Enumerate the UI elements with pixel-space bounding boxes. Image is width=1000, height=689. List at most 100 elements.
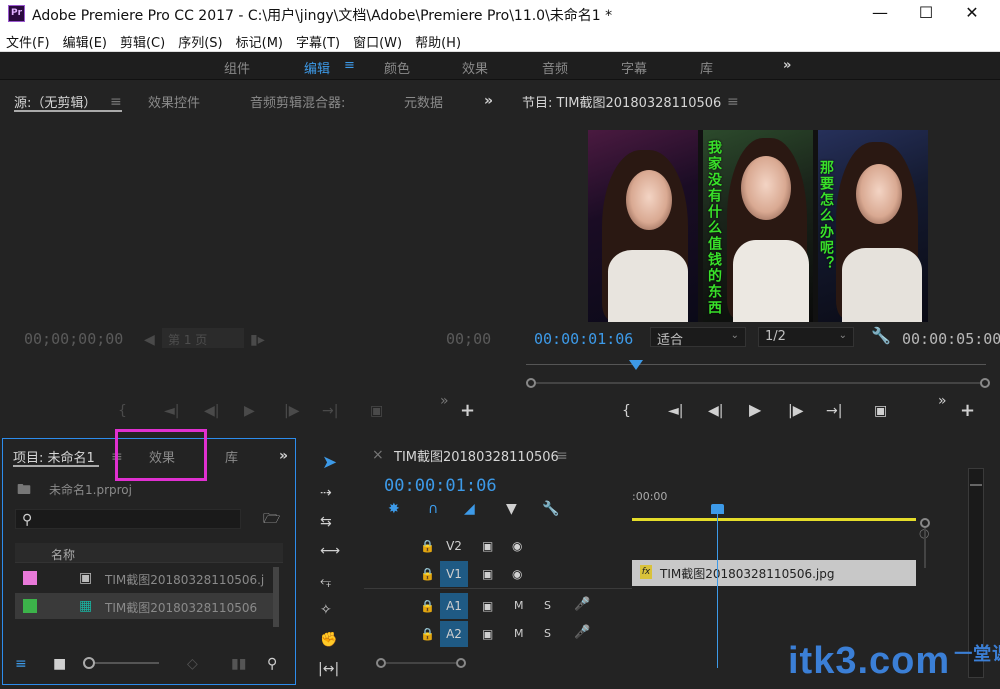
hand-tool-icon[interactable]: |↔|	[318, 662, 339, 676]
project-item-row[interactable]: ▣ TIM截图20180328110506.j	[15, 565, 283, 591]
workspace-color[interactable]: 颜色	[384, 58, 410, 77]
maximize-icon[interactable]: ☐	[903, 0, 949, 28]
more-panels-icon[interactable]: »	[279, 449, 288, 463]
track-name-a1[interactable]: A1	[440, 593, 468, 619]
close-icon[interactable]: ✕	[949, 0, 995, 28]
workspace-more-icon[interactable]: »	[783, 58, 791, 73]
menu-marker[interactable]: 标记(M)	[230, 28, 290, 51]
menu-clip[interactable]: 剪辑(C)	[114, 28, 172, 51]
ripple-edit-icon[interactable]: ⇆	[320, 515, 332, 529]
solo-button[interactable]: S	[544, 599, 551, 613]
mark-in-icon[interactable]: {	[622, 404, 631, 418]
menu-file[interactable]: 文件(F)	[0, 28, 57, 51]
selection-tool-icon[interactable]: ➤	[322, 454, 337, 472]
panel-menu-icon[interactable]: ≡	[556, 449, 568, 463]
zoom-handle-right[interactable]	[456, 658, 466, 668]
workspace-titles[interactable]: 字幕	[621, 58, 647, 77]
resolution-dropdown[interactable]: 1/2 ⌄	[758, 327, 854, 347]
timeline-timecode[interactable]: 00:00:01:06	[384, 476, 497, 496]
menu-edit[interactable]: 编辑(E)	[57, 28, 114, 51]
minimize-icon[interactable]: —	[857, 0, 903, 28]
play-icon[interactable]: ▶	[749, 402, 761, 418]
timeline-vertical-scrollbar[interactable]	[920, 518, 930, 648]
step-forward-icon[interactable]: |▶	[788, 404, 803, 418]
menu-title[interactable]: 字幕(T)	[290, 28, 347, 51]
sequence-tab[interactable]: TIM截图20180328110506	[394, 446, 559, 465]
timeline-clip[interactable]: fx TIM截图20180328110506.jpg	[632, 560, 916, 586]
fit-dropdown[interactable]: 适合 ⌄	[650, 327, 746, 348]
slider-handle[interactable]	[83, 657, 95, 669]
timeline-settings-wrench-icon[interactable]: 🔧	[542, 502, 559, 516]
tab-metadata[interactable]: 元数据	[404, 92, 443, 111]
project-list-scrollbar[interactable]	[273, 567, 279, 627]
program-zoom-scrollbar[interactable]	[526, 378, 990, 388]
tab-libraries[interactable]: 库	[225, 447, 238, 466]
pen-tool-icon[interactable]: ✧	[320, 603, 332, 617]
sync-lock-icon[interactable]: ▣	[482, 539, 493, 553]
panel-menu-icon[interactable]: ≡	[727, 95, 739, 109]
snap-icon[interactable]: ∩	[428, 502, 438, 516]
timeline-playhead[interactable]	[717, 506, 719, 668]
slip-tool-icon[interactable]: ⥆	[320, 574, 331, 588]
nest-icon[interactable]: ✸	[388, 502, 400, 516]
new-bin-search-icon[interactable]: 🗁	[263, 512, 280, 526]
scroll-handle-top[interactable]	[920, 518, 930, 528]
more-buttons-icon[interactable]: »	[938, 394, 947, 408]
mute-button[interactable]: M	[514, 599, 524, 613]
zoom-handle-right[interactable]	[980, 378, 990, 388]
microphone-icon[interactable]: 🎤	[574, 626, 590, 640]
more-panels-icon[interactable]: »	[484, 94, 493, 108]
timeline-ruler[interactable]	[632, 506, 916, 516]
add-button-icon[interactable]: +	[960, 402, 975, 420]
more-buttons-icon[interactable]: »	[440, 394, 449, 408]
timeline-zoom-scrollbar[interactable]	[376, 658, 466, 668]
zoom-handle-left[interactable]	[526, 378, 536, 388]
close-tab-icon[interactable]: ×	[372, 448, 384, 462]
add-marker-icon[interactable]: ▼	[506, 502, 517, 516]
icon-view-icon[interactable]: ■	[53, 657, 66, 671]
lock-icon[interactable]: 🔒	[420, 599, 435, 613]
solo-button[interactable]: S	[544, 627, 551, 641]
track-name-v1[interactable]: V1	[440, 561, 468, 587]
add-button-icon[interactable]: +	[460, 402, 475, 420]
menu-help[interactable]: 帮助(H)	[409, 28, 468, 51]
eye-icon[interactable]: ◉	[512, 539, 522, 553]
go-to-in-icon[interactable]: ◄|	[668, 404, 683, 418]
lock-icon[interactable]: 🔒	[420, 567, 435, 581]
workspace-editing[interactable]: 编辑	[304, 58, 330, 77]
tab-source[interactable]: 源:（无剪辑）	[14, 92, 96, 111]
step-back-icon[interactable]: ◀|	[708, 404, 723, 418]
linked-selection-icon[interactable]: ◢	[464, 502, 475, 516]
thumbnail-size-slider[interactable]	[83, 657, 161, 669]
eye-icon[interactable]: ◉	[512, 567, 522, 581]
work-area-bar[interactable]	[632, 518, 916, 521]
search-input[interactable]	[40, 511, 236, 527]
workspace-audio[interactable]: 音频	[542, 58, 568, 77]
track-select-icon[interactable]: ⇢	[320, 486, 332, 500]
zoom-handle-left[interactable]	[376, 658, 386, 668]
sync-lock-icon[interactable]: ▣	[482, 599, 493, 613]
menu-window[interactable]: 窗口(W)	[347, 28, 409, 51]
list-view-icon[interactable]: ≡	[15, 657, 27, 671]
go-to-out-icon[interactable]: →|	[826, 404, 842, 418]
workspace-assembly[interactable]: 组件	[224, 58, 250, 77]
workspace-effects[interactable]: 效果	[462, 58, 488, 77]
tab-audio-clip-mixer[interactable]: 音频剪辑混合器:	[250, 92, 345, 111]
lock-icon[interactable]: 🔒	[420, 539, 435, 553]
workspace-menu-icon[interactable]: ≡	[344, 58, 355, 73]
tab-project[interactable]: 项目: 未命名1	[13, 447, 95, 466]
program-time-ruler[interactable]	[526, 358, 986, 376]
sync-lock-icon[interactable]: ▣	[482, 627, 493, 641]
timeline-playhead-head[interactable]	[711, 504, 725, 514]
sync-lock-icon[interactable]: ▣	[482, 567, 493, 581]
search-field[interactable]: ⚲	[15, 509, 241, 529]
find-icon[interactable]: ⚲	[267, 657, 277, 671]
track-name-v2[interactable]: V2	[440, 533, 468, 559]
workspace-libraries[interactable]: 库	[700, 58, 713, 77]
mute-button[interactable]: M	[514, 627, 524, 641]
program-timecode[interactable]: 00:00:01:06	[534, 330, 633, 348]
panel-menu-icon[interactable]: ≡	[110, 95, 122, 109]
rolling-edit-icon[interactable]: ⟷	[320, 544, 340, 558]
export-frame-icon[interactable]: ▣	[874, 404, 887, 418]
razor-tool-icon[interactable]: ✊	[320, 633, 337, 647]
